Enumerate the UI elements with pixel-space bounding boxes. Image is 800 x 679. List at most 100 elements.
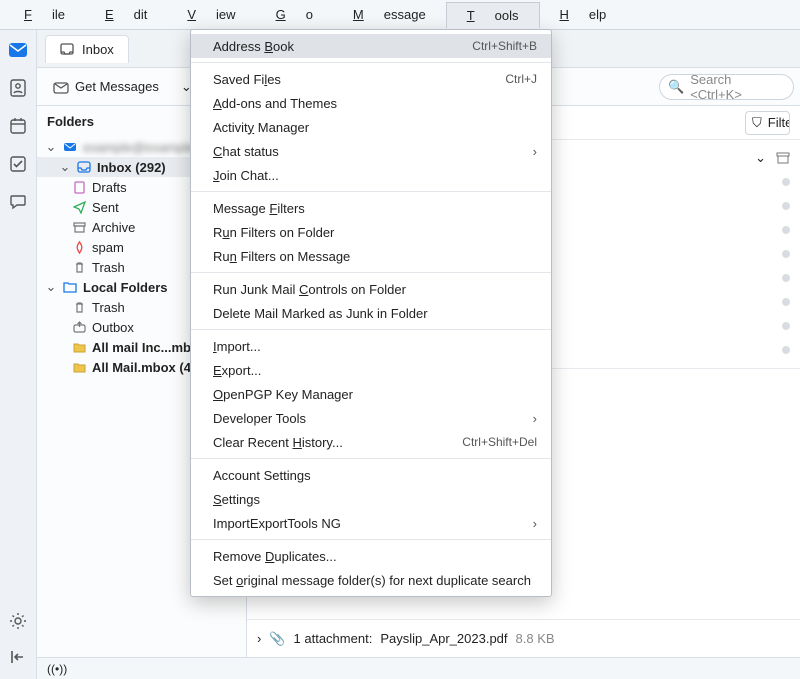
menu-help[interactable]: Help (540, 2, 627, 27)
mi-activity-manager[interactable]: Activity Manager (191, 115, 551, 139)
mi-saved-files[interactable]: Saved FilesCtrl+J (191, 67, 551, 91)
mi-dev-tools[interactable]: Developer Tools› (191, 406, 551, 430)
mi-openpgp[interactable]: OpenPGP Key Manager (191, 382, 551, 406)
separator (191, 191, 551, 192)
attachment-name: Payslip_Apr_2023.pdf (380, 631, 507, 646)
unread-dot (782, 274, 790, 282)
mi-clear-history[interactable]: Clear Recent History...Ctrl+Shift+Del (191, 430, 551, 454)
spaces-rail (0, 30, 37, 679)
tasks-icon[interactable] (8, 154, 28, 174)
calendar-icon[interactable] (8, 116, 28, 136)
chevron-down-icon[interactable]: ⌄ (755, 150, 766, 166)
folder-label: spam (92, 240, 124, 255)
folder-icon (60, 42, 74, 56)
get-messages-button[interactable]: Get Messages (45, 75, 167, 99)
tab-inbox[interactable]: Inbox (45, 35, 129, 63)
mail-icon[interactable] (8, 40, 28, 60)
folder-label: Trash (92, 300, 125, 315)
chevron-right-icon: › (533, 144, 537, 159)
mi-import-export-tools[interactable]: ImportExportTools NG› (191, 511, 551, 535)
separator (191, 539, 551, 540)
outbox-icon (73, 321, 86, 334)
filter-icon: ⛉ (752, 115, 762, 131)
get-messages-label: Get Messages (75, 79, 159, 94)
unread-dot (782, 346, 790, 354)
mi-set-original-folders[interactable]: Set original message folder(s) for next … (191, 568, 551, 592)
attachment-count: 1 attachment: (294, 631, 373, 646)
global-search[interactable]: 🔍 Search <Ctrl+K> (659, 74, 794, 100)
folder-icon (73, 341, 86, 354)
separator (191, 329, 551, 330)
online-icon[interactable]: ((•)) (47, 662, 67, 676)
mi-address-book[interactable]: Address BookCtrl+Shift+B (191, 34, 551, 58)
separator (191, 458, 551, 459)
address-book-icon[interactable] (8, 78, 28, 98)
tools-menu: Address BookCtrl+Shift+B Saved FilesCtrl… (190, 29, 552, 597)
unread-dot (782, 250, 790, 258)
download-icon (53, 79, 69, 95)
menu-message[interactable]: Message (333, 2, 446, 27)
twisty-down-icon: ⌄ (45, 139, 57, 155)
sent-icon (73, 201, 86, 214)
mi-join-chat: Join Chat... (191, 163, 551, 187)
collapse-icon[interactable] (8, 647, 28, 667)
mi-export[interactable]: Export... (191, 358, 551, 382)
unread-dot (782, 322, 790, 330)
mi-run-filters-message[interactable]: Run Filters on Message (191, 244, 551, 268)
attachment-bar[interactable]: › 📎 1 attachment: Payslip_Apr_2023.pdf 8… (247, 619, 800, 657)
archive-icon (73, 221, 86, 234)
filter-input[interactable]: ⛉ Filte (745, 111, 790, 135)
unread-dot (782, 226, 790, 234)
mi-settings[interactable]: Settings (191, 487, 551, 511)
separator (191, 62, 551, 63)
mi-run-junk[interactable]: Run Junk Mail Controls on Folder (191, 277, 551, 301)
menu-view[interactable]: View (167, 2, 255, 27)
unread-dot (782, 298, 790, 306)
folder-label: Outbox (92, 320, 134, 335)
chevron-right-icon: › (533, 516, 537, 531)
folder-icon (63, 280, 77, 294)
spam-icon (73, 241, 86, 254)
trash-icon (73, 261, 86, 274)
drafts-icon (73, 181, 86, 194)
menu-file[interactable]: File (4, 2, 85, 27)
separator (191, 272, 551, 273)
folder-label: All mail Inc...mbo (92, 340, 199, 355)
inbox-icon (77, 160, 91, 174)
mi-account-settings[interactable]: Account Settings (191, 463, 551, 487)
menu-edit[interactable]: Edit (85, 2, 167, 27)
folder-label: Local Folders (83, 280, 168, 295)
chevron-right-icon: › (533, 411, 537, 426)
mi-import[interactable]: Import... (191, 334, 551, 358)
mi-delete-junk[interactable]: Delete Mail Marked as Junk in Folder (191, 301, 551, 325)
folder-icon (73, 361, 86, 374)
tab-label: Inbox (82, 42, 114, 57)
unread-dot (782, 178, 790, 186)
twisty-down-icon: ⌄ (45, 279, 57, 295)
twisty-down-icon: ⌄ (59, 159, 71, 175)
trash-icon (73, 301, 86, 314)
folder-label: Trash (92, 260, 125, 275)
filter-placeholder: Filte (768, 115, 790, 130)
mi-addons[interactable]: Add-ons and Themes (191, 91, 551, 115)
search-icon: 🔍 (668, 79, 684, 95)
status-bar: ((•)) (37, 657, 800, 679)
chevron-right-icon: › (257, 631, 261, 646)
mi-message-filters[interactable]: Message Filters (191, 196, 551, 220)
menu-go[interactable]: Go (256, 2, 333, 27)
chat-icon[interactable] (8, 192, 28, 212)
unread-dot (782, 202, 790, 210)
mi-remove-duplicates[interactable]: Remove Duplicates... (191, 544, 551, 568)
folder-label: Archive (92, 220, 135, 235)
attachment-size: 8.8 KB (516, 631, 555, 646)
archive-small-icon[interactable] (776, 151, 790, 165)
folder-label: Sent (92, 200, 119, 215)
menubar: File Edit View Go Message Tools Help (0, 0, 800, 30)
search-placeholder: Search <Ctrl+K> (690, 72, 785, 102)
mi-chat-status: Chat status› (191, 139, 551, 163)
menu-tools[interactable]: Tools (446, 2, 540, 28)
folder-label: Inbox (292) (97, 160, 166, 175)
mi-run-filters-folder[interactable]: Run Filters on Folder (191, 220, 551, 244)
settings-icon[interactable] (8, 611, 28, 631)
folder-label: All Mail.mbox (45 (92, 360, 198, 375)
